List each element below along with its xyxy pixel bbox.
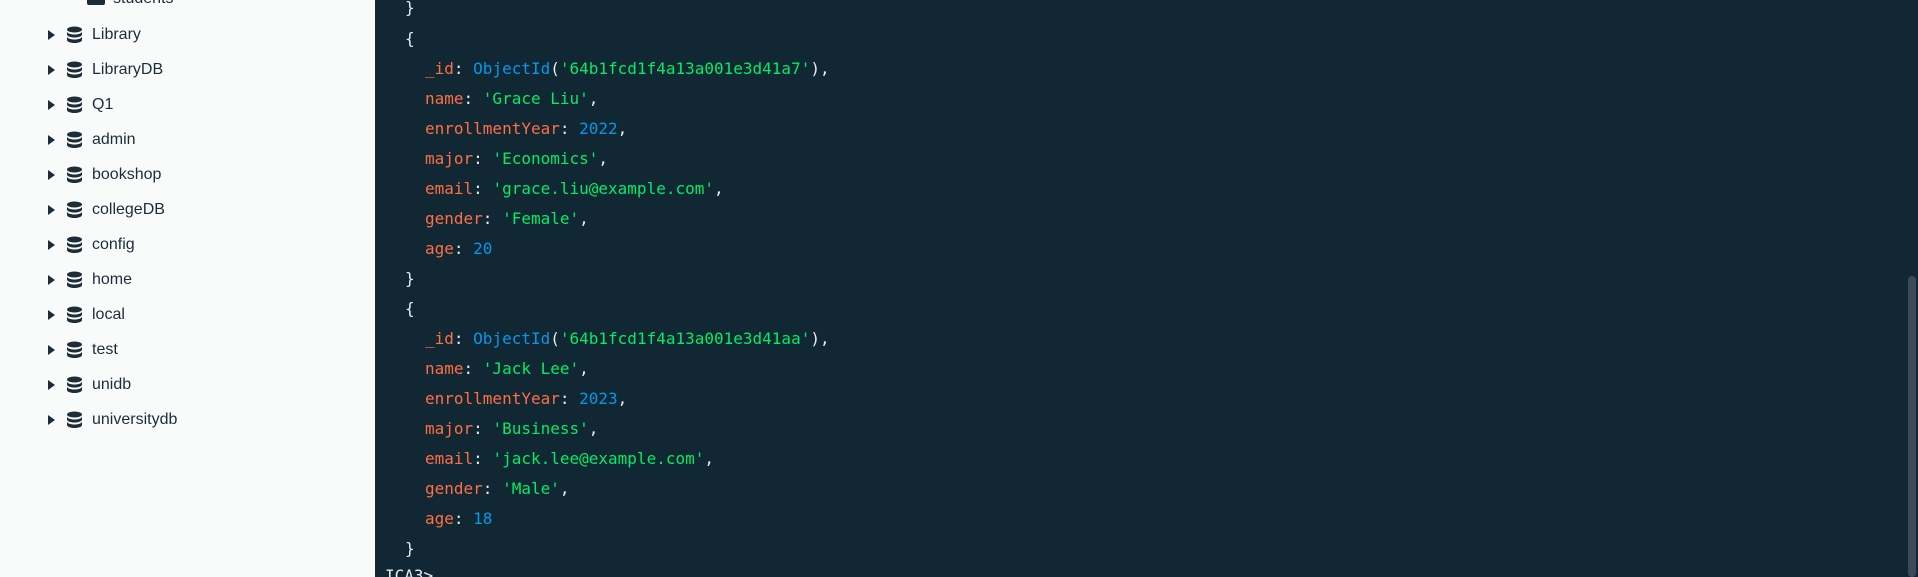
database-icon (66, 26, 83, 44)
expand-caret-icon[interactable] (48, 99, 55, 110)
database-icon (66, 61, 83, 79)
expand-caret-icon[interactable] (48, 29, 55, 40)
database-icon (66, 376, 83, 394)
collection-icon (87, 0, 105, 5)
database-label: bookshop (92, 165, 162, 183)
database-icon (66, 341, 83, 359)
sidebar-database-item[interactable]: home (0, 262, 375, 297)
sidebar-database-item[interactable]: unidb (0, 367, 375, 402)
database-label: LibraryDB (92, 60, 164, 78)
database-label: config (92, 235, 135, 253)
collection-item-students[interactable]: students (87, 0, 173, 7)
database-label: Q1 (92, 95, 114, 113)
database-label: collegeDB (92, 200, 165, 218)
sidebar-database-item[interactable]: config (0, 227, 375, 262)
database-icon (66, 96, 83, 114)
database-icon (66, 166, 83, 184)
database-icon (66, 271, 83, 289)
shell-prompt[interactable]: ICA3> (385, 566, 433, 577)
expand-caret-icon[interactable] (48, 309, 55, 320)
database-label: home (92, 270, 133, 288)
sidebar-database-item[interactable]: local (0, 297, 375, 332)
database-label: Library (92, 25, 141, 43)
expand-caret-icon[interactable] (48, 379, 55, 390)
expand-caret-icon[interactable] (48, 344, 55, 355)
expand-caret-icon[interactable] (48, 239, 55, 250)
sidebar-database-item[interactable]: universitydb (0, 402, 375, 437)
database-label: admin (92, 130, 136, 148)
expand-caret-icon[interactable] (48, 134, 55, 145)
expand-caret-icon[interactable] (48, 274, 55, 285)
database-icon (66, 131, 83, 149)
sidebar-database-item[interactable]: LibraryDB (0, 52, 375, 87)
database-label: universitydb (92, 410, 178, 428)
sidebar-database-item[interactable]: collegeDB (0, 192, 375, 227)
sidebar-database-item[interactable]: Q1 (0, 87, 375, 122)
expand-caret-icon[interactable] (48, 64, 55, 75)
database-icon (66, 236, 83, 254)
expand-caret-icon[interactable] (48, 414, 55, 425)
sidebar: students Library LibraryDB Q1 admin bookshop… (0, 0, 375, 577)
sidebar-database-item[interactable]: Library (0, 17, 375, 52)
expand-caret-icon[interactable] (48, 204, 55, 215)
database-icon (66, 306, 83, 324)
sidebar-database-item[interactable]: bookshop (0, 157, 375, 192)
database-list: Library LibraryDB Q1 admin bookshop collegeDB… (0, 17, 375, 437)
scrollbar[interactable] (1906, 0, 1918, 577)
database-label: unidb (92, 375, 132, 393)
database-label: test (92, 340, 118, 358)
sidebar-database-item[interactable]: test (0, 332, 375, 367)
database-icon (66, 201, 83, 219)
sidebar-database-item[interactable]: admin (0, 122, 375, 157)
scrollbar-thumb[interactable] (1908, 276, 1916, 577)
database-icon (66, 411, 83, 429)
database-label: local (92, 305, 125, 323)
mongosh-shell[interactable]: } { _id: ObjectId('64b1fcd1f4a13a001e3d4… (375, 0, 1918, 577)
expand-caret-icon[interactable] (48, 169, 55, 180)
collection-label: students (113, 0, 173, 8)
